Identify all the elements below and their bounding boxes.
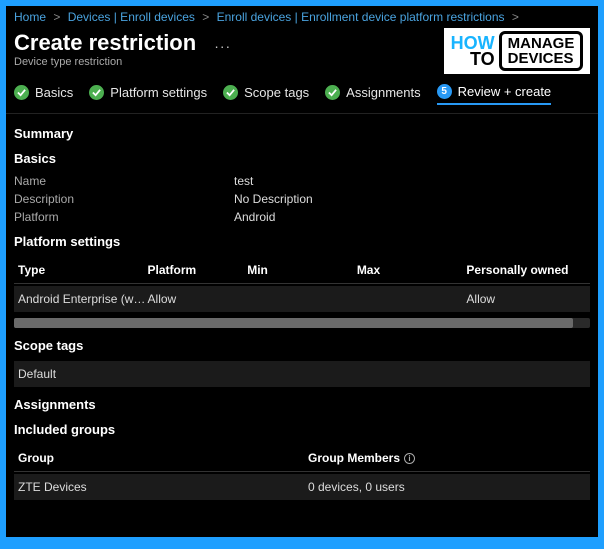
breadcrumb-link-restrictions[interactable]: Enroll devices | Enrollment device platf… [217,10,505,24]
tab-scope-tags[interactable]: Scope tags [223,85,309,104]
cell-group: ZTE Devices [18,480,308,494]
tab-basics[interactable]: Basics [14,85,73,104]
basics-description-value: No Description [234,192,313,206]
breadcrumb-sep: > [198,10,213,24]
cell-min [247,292,357,306]
section-included-groups: Included groups [14,422,590,437]
col-min: Min [247,263,357,277]
col-type: Type [18,263,148,277]
platform-table-header: Type Platform Min Max Personally owned [14,257,590,284]
groups-table-row: ZTE Devices 0 devices, 0 users [14,474,590,500]
page-title: Create restriction [14,30,196,56]
review-content: Summary Basics Name test Description No … [6,114,598,500]
basics-name-label: Name [14,174,234,188]
info-icon[interactable]: i [404,453,415,464]
basics-platform-label: Platform [14,210,234,224]
basics-description-label: Description [14,192,234,206]
tab-label: Review + create [458,84,552,99]
check-icon [89,85,104,100]
col-group-members: Group Members i [308,451,586,465]
tab-review-create[interactable]: 5 Review + create [437,84,552,105]
cell-personally-owned: Allow [466,292,586,306]
breadcrumb-sep: > [508,10,523,24]
breadcrumb-link-devices[interactable]: Devices | Enroll devices [68,10,195,24]
basics-platform-value: Android [234,210,275,224]
groups-table-header: Group Group Members i [14,445,590,472]
platform-table-row: Android Enterprise (w… Allow Allow [14,286,590,312]
wizard-tabs: Basics Platform settings Scope tags Assi… [6,78,598,114]
section-summary: Summary [14,126,590,141]
section-scope-tags: Scope tags [14,338,590,353]
cell-max [357,292,467,306]
logo-manage-devices: MANAGE DEVICES [499,31,584,71]
tab-label: Scope tags [244,85,309,100]
section-platform-settings: Platform settings [14,234,590,249]
basics-description-row: Description No Description [14,192,590,206]
section-assignments: Assignments [14,397,590,412]
horizontal-scrollbar[interactable] [14,318,590,328]
brand-logo: HOW TO MANAGE DEVICES [442,26,592,76]
check-icon [325,85,340,100]
breadcrumb-sep: > [49,10,64,24]
cell-group-members: 0 devices, 0 users [308,480,586,494]
col-members-label: Group Members [308,451,400,465]
logo-how-to: HOW TO [451,35,495,67]
cell-platform: Allow [148,292,248,306]
basics-name-value: test [234,174,253,188]
basics-name-row: Name test [14,174,590,188]
basics-platform-row: Platform Android [14,210,590,224]
scrollbar-thumb[interactable] [14,318,573,328]
scope-tag-row: Default [14,361,590,387]
step-number-icon: 5 [437,84,452,99]
check-icon [14,85,29,100]
breadcrumb-link-home[interactable]: Home [14,10,46,24]
tab-label: Basics [35,85,73,100]
col-group: Group [18,451,308,465]
app-frame: Home > Devices | Enroll devices > Enroll… [6,6,598,537]
check-icon [223,85,238,100]
col-platform: Platform [148,263,248,277]
tab-label: Platform settings [110,85,207,100]
section-basics: Basics [14,151,590,166]
tab-platform-settings[interactable]: Platform settings [89,85,207,104]
breadcrumb: Home > Devices | Enroll devices > Enroll… [6,6,598,26]
col-personally-owned: Personally owned [466,263,586,277]
cell-type: Android Enterprise (w… [18,292,148,306]
more-actions-button[interactable]: ··· [214,38,231,54]
tab-label: Assignments [346,85,420,100]
tab-assignments[interactable]: Assignments [325,85,420,104]
col-max: Max [357,263,467,277]
